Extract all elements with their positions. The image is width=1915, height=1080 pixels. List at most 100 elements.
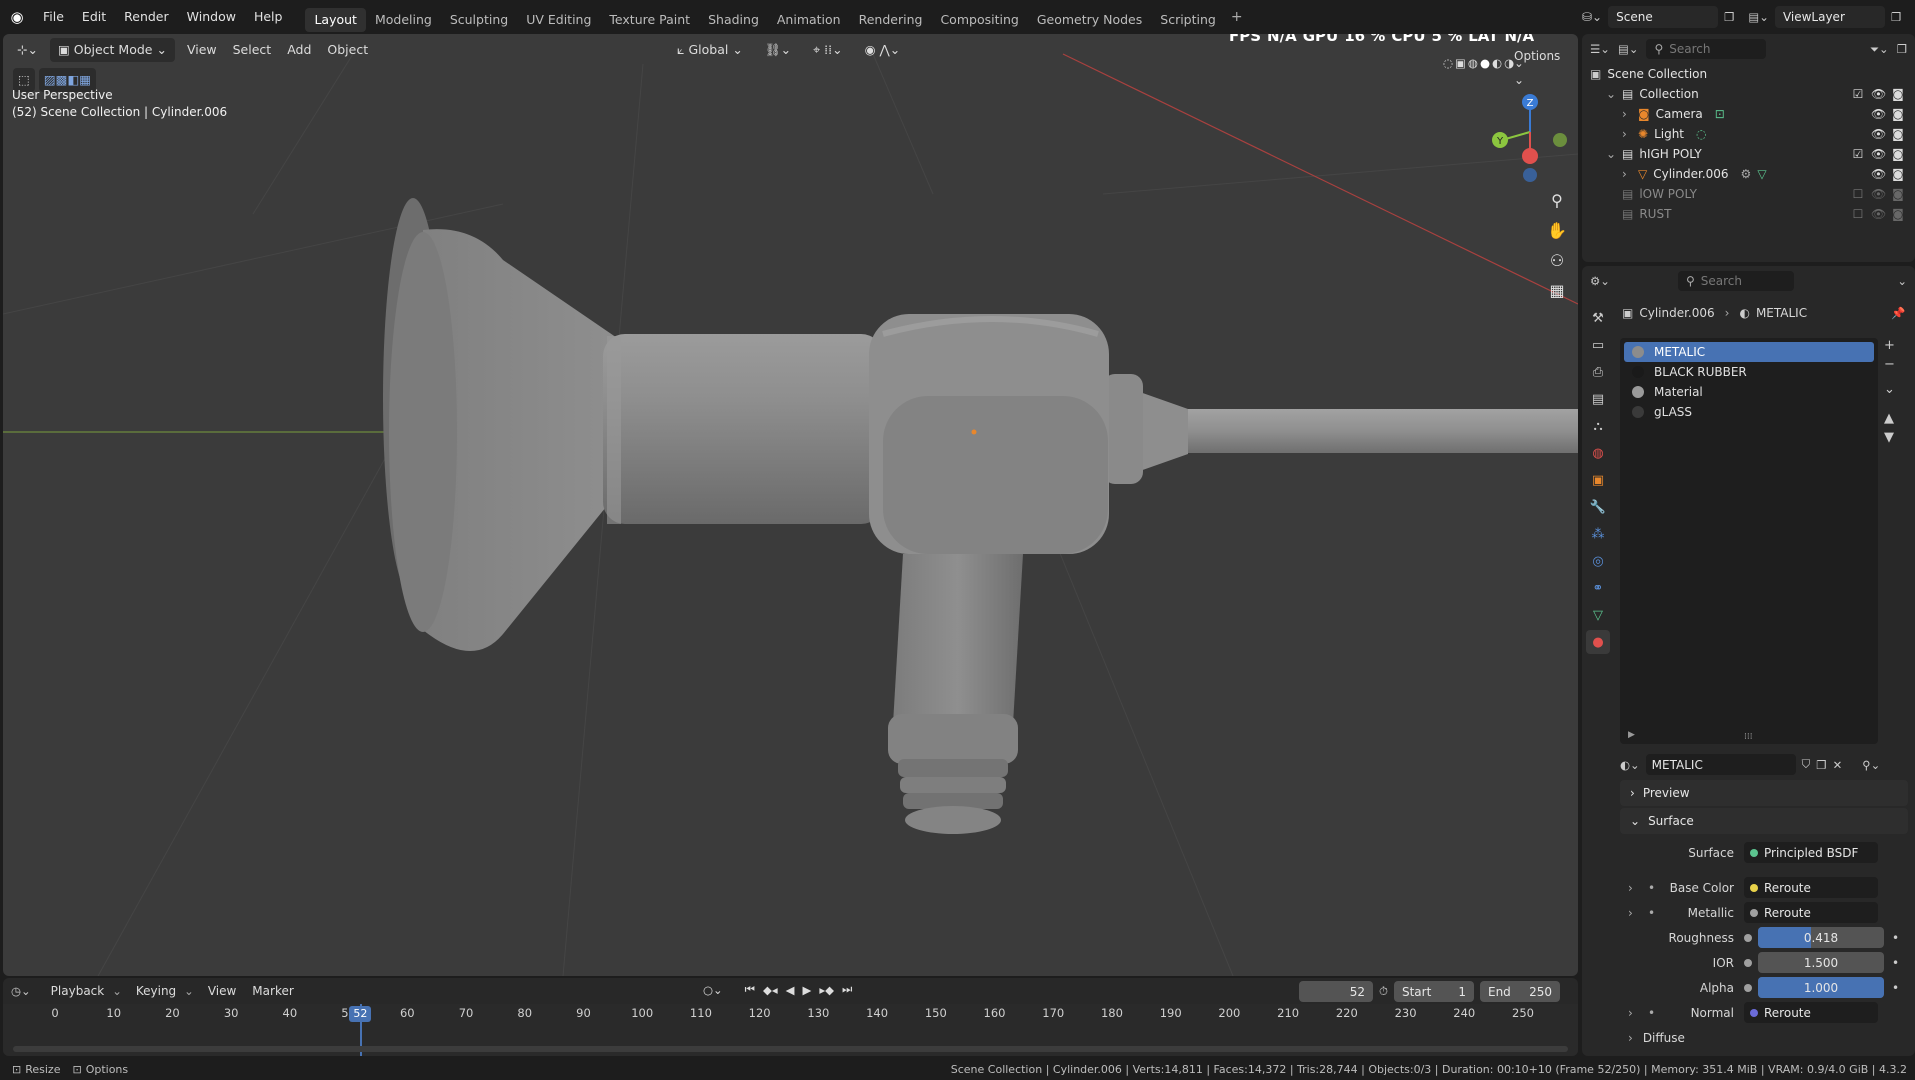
tab-animation[interactable]: Animation [768,8,850,32]
slot-specials-icon[interactable]: ⌄ [1884,382,1895,397]
roughness-slider[interactable]: 0.418 [1758,927,1884,948]
x-axis-neg-icon[interactable] [1522,148,1538,164]
tab-texture-paint[interactable]: Texture Paint [600,8,699,32]
resize-handle-icon[interactable]: ⁞⁞⁞ [1744,732,1753,742]
jump-start-icon[interactable]: ⏮ [745,982,755,997]
keyframe-dot-icon[interactable]: • [1892,931,1899,945]
eye-icon[interactable]: 👁 [1871,207,1886,221]
tab-sculpting[interactable]: Sculpting [441,8,517,32]
material-slot-material[interactable]: Material [1624,382,1874,402]
fake-user-icon[interactable]: ⛉ [1802,757,1811,772]
editor-type-icon[interactable]: ◷⌄ [11,984,31,998]
move-down-icon[interactable]: ▼ [1884,430,1895,445]
surface-shader-field[interactable]: Principled BSDF [1744,842,1878,863]
camera-render-icon[interactable]: ◙ [1891,147,1905,161]
editor-type-icon[interactable]: ⚙⌄ [1590,274,1610,288]
add-slot-icon[interactable]: + [1884,338,1895,353]
camera-render-icon[interactable]: ◙ [1891,187,1905,201]
chevron-right-icon[interactable]: › [1622,167,1634,181]
menu-window[interactable]: Window [178,0,245,34]
new-view-layer-icon[interactable]: ❐ [1891,10,1901,24]
tab-uv-editing[interactable]: UV Editing [517,8,600,32]
z-axis-neg-icon[interactable] [1523,168,1537,182]
mode-selector[interactable]: ▣ Object Mode ⌄ [49,38,175,62]
navigation-gizmo[interactable]: Z Y [1486,84,1576,194]
keyframe-dot-icon[interactable]: • [1892,981,1899,995]
stopwatch-icon[interactable]: ⏱ [1379,984,1388,999]
chevron-right-icon[interactable]: › [1622,107,1634,121]
timeline-menu-view[interactable]: View [200,979,244,1003]
timeline-menu-marker[interactable]: Marker [244,979,301,1003]
exclude-checkbox[interactable]: ☑ [1851,87,1865,101]
exclude-checkbox[interactable]: ☑ [1851,147,1865,161]
diffuse-row[interactable]: › Diffuse [1614,1025,1914,1050]
browse-material-icon[interactable]: ◐⌄ [1620,758,1640,772]
base-color-field[interactable]: Reroute [1744,877,1878,898]
outliner-item-camera[interactable]: › ◙ Camera ⊡ 👁 ◙ [1582,104,1915,124]
timeline-scrollbar[interactable] [13,1046,1568,1052]
move-up-icon[interactable]: ▲ [1884,411,1895,426]
chevron-right-icon[interactable]: › [1628,881,1633,895]
viewport-scene[interactable] [3,34,1578,976]
alpha-slider[interactable]: 1.000 [1758,977,1884,998]
eye-icon[interactable]: 👁 [1871,107,1886,121]
tool-tab-icon[interactable]: ⚒ [1586,306,1610,330]
scene-tab-icon[interactable]: ⛬ [1586,414,1610,438]
eye-icon[interactable]: 👁 [1871,187,1886,201]
editor-type-icon[interactable]: ⊹⌄ [9,38,46,62]
outliner-item-high-poly[interactable]: ⌄ ▤ hIGH POLY ☑ 👁 ◙ [1582,144,1915,164]
blender-logo-icon[interactable]: ◉ [0,8,34,26]
physics-tab-icon[interactable]: ◎ [1586,549,1610,573]
snap-icon[interactable]: ⌖ ⁞⁞⌄ [805,38,850,62]
camera-render-icon[interactable]: ◙ [1891,107,1905,121]
camera-render-icon[interactable]: ◙ [1891,87,1905,101]
particles-tab-icon[interactable]: ⁂ [1586,522,1610,546]
outliner-item-collection[interactable]: ⌄ ▤ Collection ☑ 👁 ◙ [1582,84,1915,104]
tab-shading[interactable]: Shading [699,8,768,32]
normal-field[interactable]: Reroute [1744,1002,1878,1023]
data-tab-icon[interactable]: ▽ [1586,603,1610,627]
outliner-search[interactable]: ⚲ Search [1646,39,1767,59]
chevron-right-icon[interactable]: › [1622,127,1634,141]
jump-end-icon[interactable]: ⏭ [842,982,852,997]
render-tab-icon[interactable]: ▭ [1586,333,1610,357]
keyframe-dot-icon[interactable]: • [1892,956,1899,970]
add-workspace-icon[interactable]: + [1231,9,1243,25]
menu-help[interactable]: Help [245,0,292,34]
menu-edit[interactable]: Edit [73,0,115,34]
material-slot-black-rubber[interactable]: BLACK RUBBER [1624,362,1874,382]
eye-icon[interactable]: 👁 [1871,127,1886,141]
viewport-menu-view[interactable]: View [179,38,225,62]
world-tab-icon[interactable]: ◍ [1586,441,1610,465]
current-frame-field[interactable]: 52 [1299,981,1373,1002]
timeline-track-area[interactable]: 0102030405060708090100110120130140150160… [3,1004,1578,1056]
remove-slot-icon[interactable]: − [1884,357,1895,372]
eye-icon[interactable]: 👁 [1871,147,1886,161]
constraints-tab-icon[interactable]: ⚭ [1586,576,1610,600]
pan-hand-icon[interactable]: ✋ [1543,216,1571,244]
tab-compositing[interactable]: Compositing [931,8,1027,32]
pivot-icon[interactable]: ⛓⌄ [757,38,799,62]
tab-geometry-nodes[interactable]: Geometry Nodes [1028,8,1151,32]
menu-render[interactable]: Render [115,0,178,34]
panel-options-icon[interactable]: ⌄ [1897,274,1907,288]
filter-icon[interactable]: ⏷⌄ [1870,42,1889,57]
material-tab-icon[interactable]: ● [1586,630,1610,654]
expand-triangle-icon[interactable]: ▶ [1628,730,1635,740]
duplicate-material-icon[interactable]: ❐ [1816,758,1826,772]
options-button[interactable]: Options ⌄ [1506,44,1578,87]
solid-shading-icon[interactable]: ● [1480,56,1490,70]
jump-key-forward-icon[interactable]: ▸◆ [819,983,834,997]
outliner-item-light[interactable]: › ✺ Light ◌ 👁 ◙ [1582,124,1915,144]
end-frame-field[interactable]: End 250 [1479,981,1560,1002]
overlay-icon[interactable]: ◌ [1443,56,1453,70]
zoom-icon[interactable]: ⚲ [1543,186,1571,214]
material-name-field[interactable]: METALIC [1645,754,1796,775]
eye-icon[interactable]: 👁 [1871,87,1886,101]
outliner-item-cylinder-006[interactable]: › ▽ Cylinder.006 ⚙ ▽ 👁 ◙ [1582,164,1915,184]
material-slot-glass[interactable]: gLASS [1624,402,1874,422]
play-icon[interactable]: ▶ [803,983,812,997]
chevron-right-icon[interactable]: › [1628,906,1633,920]
proportional-edit-icon[interactable]: ◉ ⋀⌄ [857,38,909,62]
tab-rendering[interactable]: Rendering [850,8,932,32]
